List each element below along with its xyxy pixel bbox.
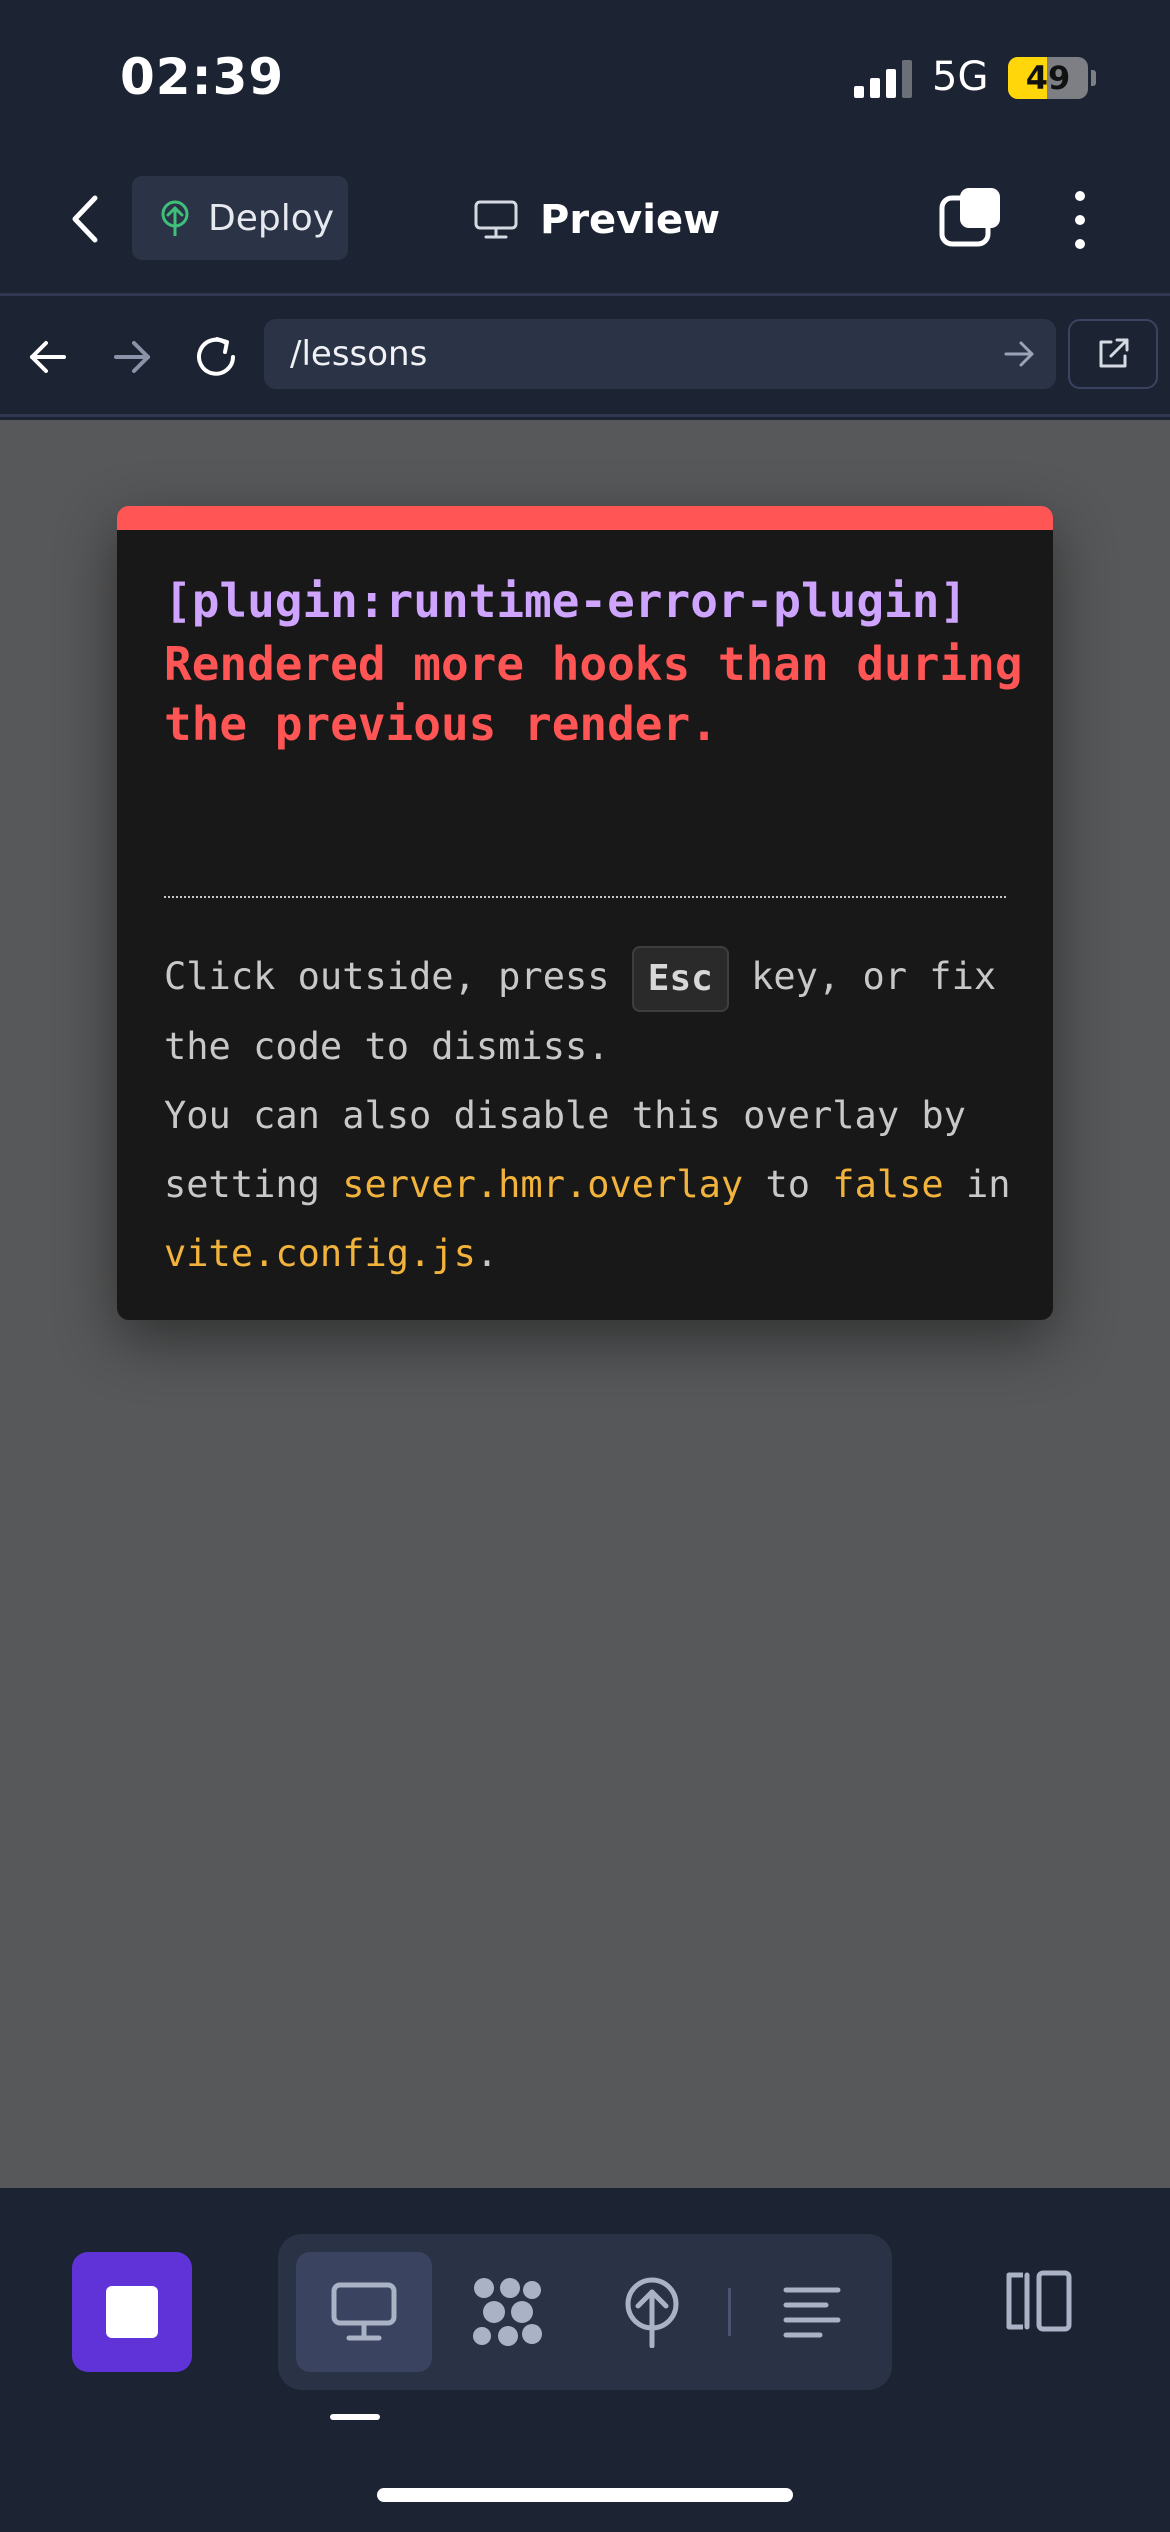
arrow-right-icon [114, 341, 150, 373]
error-tip: Click outside, press Esc key, or fix the… [164, 942, 1024, 1288]
deploy-label: Deploy [208, 197, 335, 239]
active-tab-indicator [330, 2414, 380, 2420]
error-message: Rendered more hooks than during the prev… [164, 637, 1023, 751]
tip-code: false [832, 1162, 944, 1206]
network-type: 5G [932, 54, 989, 100]
status-bar: 02:39 5G 49 [0, 0, 1170, 150]
tip-text: . [475, 1231, 499, 1275]
arrow-left-icon [30, 341, 66, 373]
signal-icon [854, 60, 912, 98]
packages-icon [473, 2278, 542, 2346]
back-button[interactable] [52, 186, 118, 252]
more-vertical-icon-dot [1075, 239, 1085, 249]
home-indicator [377, 2488, 793, 2502]
more-vertical-icon [1075, 191, 1085, 201]
bottom-toolbar [0, 2188, 1170, 2532]
chevron-left-icon [72, 195, 98, 243]
logs-icon [783, 2287, 841, 2338]
tool-logs-button[interactable] [744, 2252, 880, 2372]
tip-text: in [943, 1162, 1011, 1206]
tip-code: server.hmr.overlay [342, 1162, 744, 1206]
reload-button[interactable] [184, 325, 248, 389]
tip-code: vite.config.js [164, 1231, 476, 1275]
layout-toggle-button[interactable] [996, 2260, 1078, 2342]
tool-packages-button[interactable] [440, 2252, 576, 2372]
url-input[interactable]: /lessons [264, 319, 1056, 389]
stop-button[interactable] [72, 2252, 192, 2372]
divider [164, 896, 1006, 898]
tool-separator [728, 2288, 731, 2336]
battery-level: 49 [1025, 59, 1071, 97]
browser-back-button[interactable] [16, 325, 80, 389]
top-bar: Deploy Preview [0, 150, 1170, 296]
more-vertical-icon-dot [1075, 215, 1085, 225]
open-external-button[interactable] [1068, 319, 1158, 389]
external-link-icon [1099, 338, 1129, 368]
tool-deploy-button[interactable] [584, 2252, 720, 2372]
error-plugin-name: [plugin:runtime-error-plugin] [164, 574, 968, 628]
monitor-icon [474, 200, 518, 239]
stop-icon [106, 2286, 158, 2338]
deploy-tree-icon [625, 2277, 679, 2348]
battery-nub [1091, 70, 1096, 86]
error-overlay[interactable]: [plugin:runtime-error-plugin] Rendered m… [117, 506, 1053, 1320]
browser-forward-button[interactable] [100, 325, 164, 389]
browser-bar: /lessons [0, 299, 1170, 417]
page-title: Preview [474, 190, 720, 250]
esc-key: Esc [631, 945, 729, 1012]
monitor-icon [331, 2282, 397, 2341]
arrow-right-icon[interactable] [1002, 337, 1036, 371]
more-options-button[interactable] [1056, 184, 1104, 256]
split-layout-icon [1006, 2270, 1072, 2332]
preview-viewport[interactable]: [plugin:runtime-error-plugin] Rendered m… [0, 420, 1170, 2188]
deploy-tree-icon [161, 200, 189, 236]
reload-icon [197, 337, 235, 376]
tabs-button[interactable] [936, 184, 1008, 256]
tool-preview-button[interactable] [296, 2252, 432, 2372]
status-time: 02:39 [120, 48, 285, 106]
battery-icon: 49 [1008, 57, 1088, 99]
tip-text: to [743, 1162, 833, 1206]
url-text: /lessons [290, 334, 428, 374]
page-title-label: Preview [540, 197, 721, 243]
tabs-icon [939, 188, 1000, 247]
tip-text: Click outside, press [164, 955, 632, 998]
deploy-button[interactable]: Deploy [132, 176, 348, 260]
tool-group [278, 2234, 892, 2390]
